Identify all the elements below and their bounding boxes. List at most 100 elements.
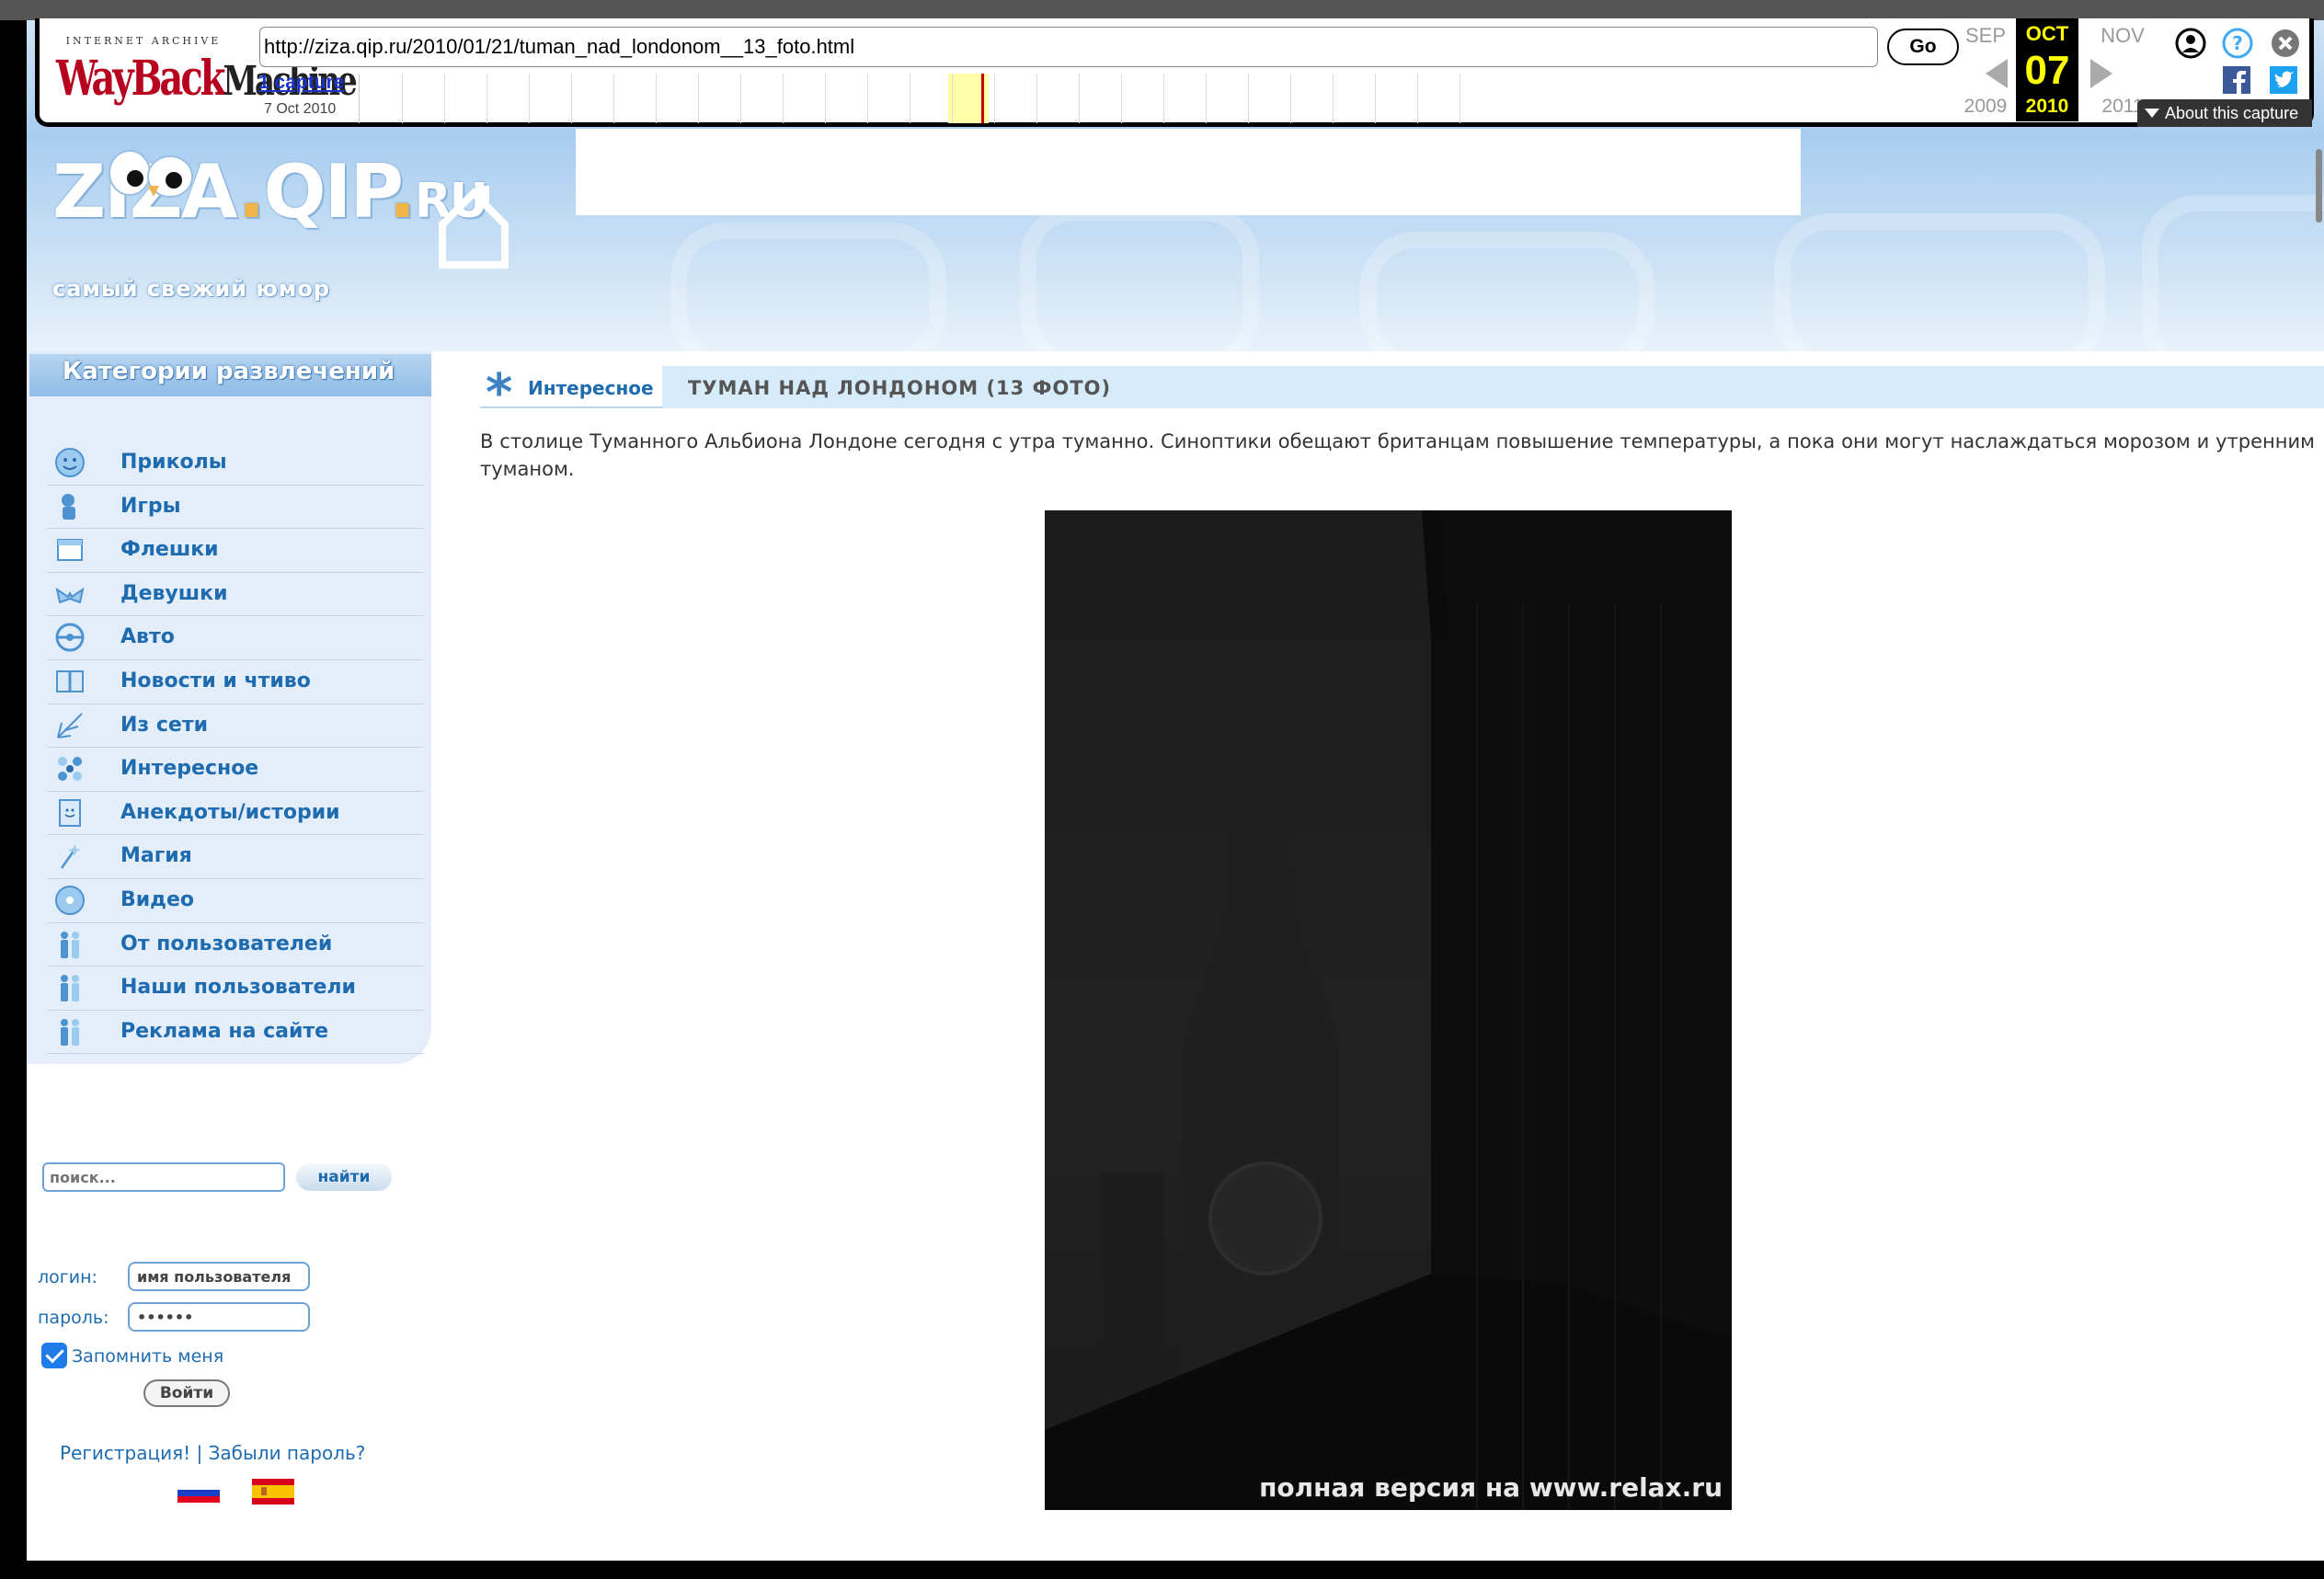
prev-capture-arrow-icon[interactable] bbox=[1986, 59, 2008, 88]
user-account-icon[interactable] bbox=[2175, 28, 2206, 59]
sparkline-tick bbox=[1248, 74, 1249, 123]
article-category-link[interactable]: Интересное bbox=[528, 377, 654, 399]
sparkline-capture-marker bbox=[981, 74, 984, 123]
sidebar-item-magiya[interactable]: Магия bbox=[47, 835, 424, 879]
sidebar-item-interesnoe[interactable]: Интересное bbox=[47, 748, 424, 792]
asterisk-icon: * bbox=[486, 363, 513, 423]
sparkline-tick bbox=[571, 74, 572, 123]
sidebar-item-video[interactable]: Видео bbox=[47, 879, 424, 923]
logo-house-icon bbox=[439, 186, 509, 269]
captures-link[interactable]: 1 capture bbox=[258, 72, 344, 94]
remember-me-label: Запомнить меня bbox=[72, 1346, 224, 1367]
sparkline-tick bbox=[1290, 74, 1291, 123]
users-icon bbox=[61, 931, 79, 958]
captures-date: 7 Oct 2010 bbox=[264, 101, 337, 117]
sparkline-tick bbox=[1121, 74, 1122, 123]
calendar-selected[interactable]: OCT 07 2010 bbox=[2016, 18, 2078, 121]
window-top-strip bbox=[0, 0, 2324, 20]
next-capture-arrow-icon[interactable] bbox=[2090, 59, 2112, 88]
article-text: В столице Туманного Альбиона Лондоне сег… bbox=[480, 430, 2315, 480]
login-field[interactable] bbox=[128, 1262, 310, 1291]
facebook-icon[interactable] bbox=[2223, 66, 2250, 94]
sidebar-item-anekdoty[interactable]: Анекдоты/истории bbox=[47, 792, 424, 836]
spanish-flag-icon[interactable] bbox=[252, 1479, 294, 1506]
sidebar-item-nashi-polzovateli[interactable]: Наши пользователи bbox=[47, 967, 424, 1011]
sparkline-tick bbox=[656, 74, 657, 123]
sidebar-item-igry[interactable]: Игры bbox=[47, 486, 424, 530]
document-icon bbox=[59, 798, 81, 827]
calendar-next-month[interactable]: NOV bbox=[2090, 24, 2155, 48]
sidebar-item-label: Новости и чтиво bbox=[120, 669, 311, 692]
about-capture-button[interactable]: About this capture bbox=[2137, 99, 2312, 127]
search-button[interactable]: найти bbox=[296, 1163, 392, 1191]
header-decoration bbox=[1020, 204, 1259, 351]
sparkline-tick bbox=[1333, 74, 1334, 123]
sparkline-tick bbox=[994, 74, 995, 123]
article-photo[interactable]: полная версия на www.relax.ru bbox=[1045, 510, 1732, 1510]
calendar-prev-year[interactable]: 2009 bbox=[1953, 96, 2018, 118]
header-decoration bbox=[2142, 195, 2324, 351]
capture-sparkline[interactable] bbox=[359, 74, 1460, 123]
twitter-icon[interactable] bbox=[2270, 66, 2297, 94]
close-icon[interactable] bbox=[2270, 28, 2301, 59]
sidebar-item-iz-seti[interactable]: Из сети bbox=[47, 704, 424, 749]
password-label: пароль: bbox=[38, 1308, 109, 1328]
calendar-prev-month[interactable]: SEP bbox=[1953, 24, 2018, 48]
big-ben-photo-image bbox=[1045, 510, 1732, 1510]
search-input[interactable] bbox=[42, 1162, 285, 1192]
network-icon bbox=[57, 712, 83, 738]
sidebar-item-label: Приколы bbox=[120, 451, 227, 474]
logo-eyes-icon bbox=[109, 150, 193, 198]
sidebar-item-novosti[interactable]: Новости и чтиво bbox=[47, 660, 424, 704]
password-field[interactable] bbox=[128, 1302, 310, 1332]
sidebar-item-prikoly[interactable]: Приколы bbox=[47, 441, 424, 486]
sidebar-item-fleshki[interactable]: Флешки bbox=[47, 529, 424, 573]
article-header-bar: * Интересное ТУМАН НАД ЛОНДОНОМ (13 ФОТО… bbox=[480, 366, 2324, 419]
sidebar-item-label: Авто bbox=[120, 625, 175, 649]
sidebar-item-ot-polzovateley[interactable]: От пользователей bbox=[47, 923, 424, 967]
users-icon bbox=[61, 975, 79, 1002]
forgot-password-link[interactable]: Забыли пароль? bbox=[209, 1442, 366, 1464]
sparkline-tick bbox=[825, 74, 826, 123]
sidebar-item-label: Девушки bbox=[120, 581, 228, 605]
category-list: Приколы Игры Флешки Девушки Авто Новости… bbox=[47, 441, 424, 1055]
ad-banner[interactable] bbox=[576, 129, 1801, 215]
sparkline-tick bbox=[740, 74, 741, 123]
sidebar-item-label: Наши пользователи bbox=[120, 976, 356, 1000]
login-label: логин: bbox=[38, 1267, 97, 1287]
photo-watermark: полная версия на www.relax.ru bbox=[1259, 1472, 1723, 1503]
sidebar-item-avto[interactable]: Авто bbox=[47, 616, 424, 660]
sparkline-tick bbox=[613, 74, 614, 123]
sidebar-item-label: Из сети bbox=[120, 713, 208, 737]
book-icon bbox=[56, 669, 84, 692]
svg-text:?: ? bbox=[2232, 32, 2243, 54]
go-button[interactable]: Go bbox=[1887, 29, 1959, 65]
site-logo[interactable]: ZIZA.QIP.RU bbox=[52, 149, 509, 269]
russian-flag-icon[interactable] bbox=[177, 1479, 220, 1506]
sparkle-icon bbox=[58, 757, 82, 782]
site-tagline: самый свежий юмор bbox=[52, 276, 331, 302]
steering-wheel-icon bbox=[55, 623, 85, 652]
wayback-logo[interactable]: INTERNET ARCHIVE WayBackMachine bbox=[56, 35, 358, 109]
login-button[interactable]: Войти bbox=[143, 1379, 230, 1407]
sidebar-item-label: От пользователей bbox=[120, 932, 333, 955]
wayback-url-input[interactable] bbox=[259, 27, 1878, 67]
sidebar-item-devushki[interactable]: Девушки bbox=[47, 573, 424, 617]
register-link[interactable]: Регистрация! bbox=[60, 1442, 190, 1464]
sparkline-tick bbox=[952, 74, 953, 123]
sidebar-item-label: Анекдоты/истории bbox=[120, 800, 340, 824]
sparkline-tick bbox=[529, 74, 530, 123]
categories-header-label: Категории развлечений bbox=[63, 358, 395, 385]
sidebar-item-reklama[interactable]: Реклама на сайте bbox=[47, 1011, 424, 1055]
sidebar-item-label: Интересное bbox=[120, 757, 259, 781]
remember-me-checkbox[interactable] bbox=[41, 1343, 67, 1368]
calendar-day: 07 bbox=[2024, 48, 2070, 93]
sidebar-item-label: Магия bbox=[120, 844, 192, 868]
category-tab[interactable]: * Интересное bbox=[480, 366, 662, 419]
sparkline-tick bbox=[444, 74, 445, 123]
magic-wand-icon bbox=[60, 844, 81, 870]
help-icon[interactable]: ? bbox=[2222, 28, 2253, 59]
scrollbar[interactable] bbox=[2316, 149, 2322, 223]
sidebar-item-label: Игры bbox=[120, 494, 181, 518]
sparkline-tick bbox=[1417, 74, 1418, 123]
